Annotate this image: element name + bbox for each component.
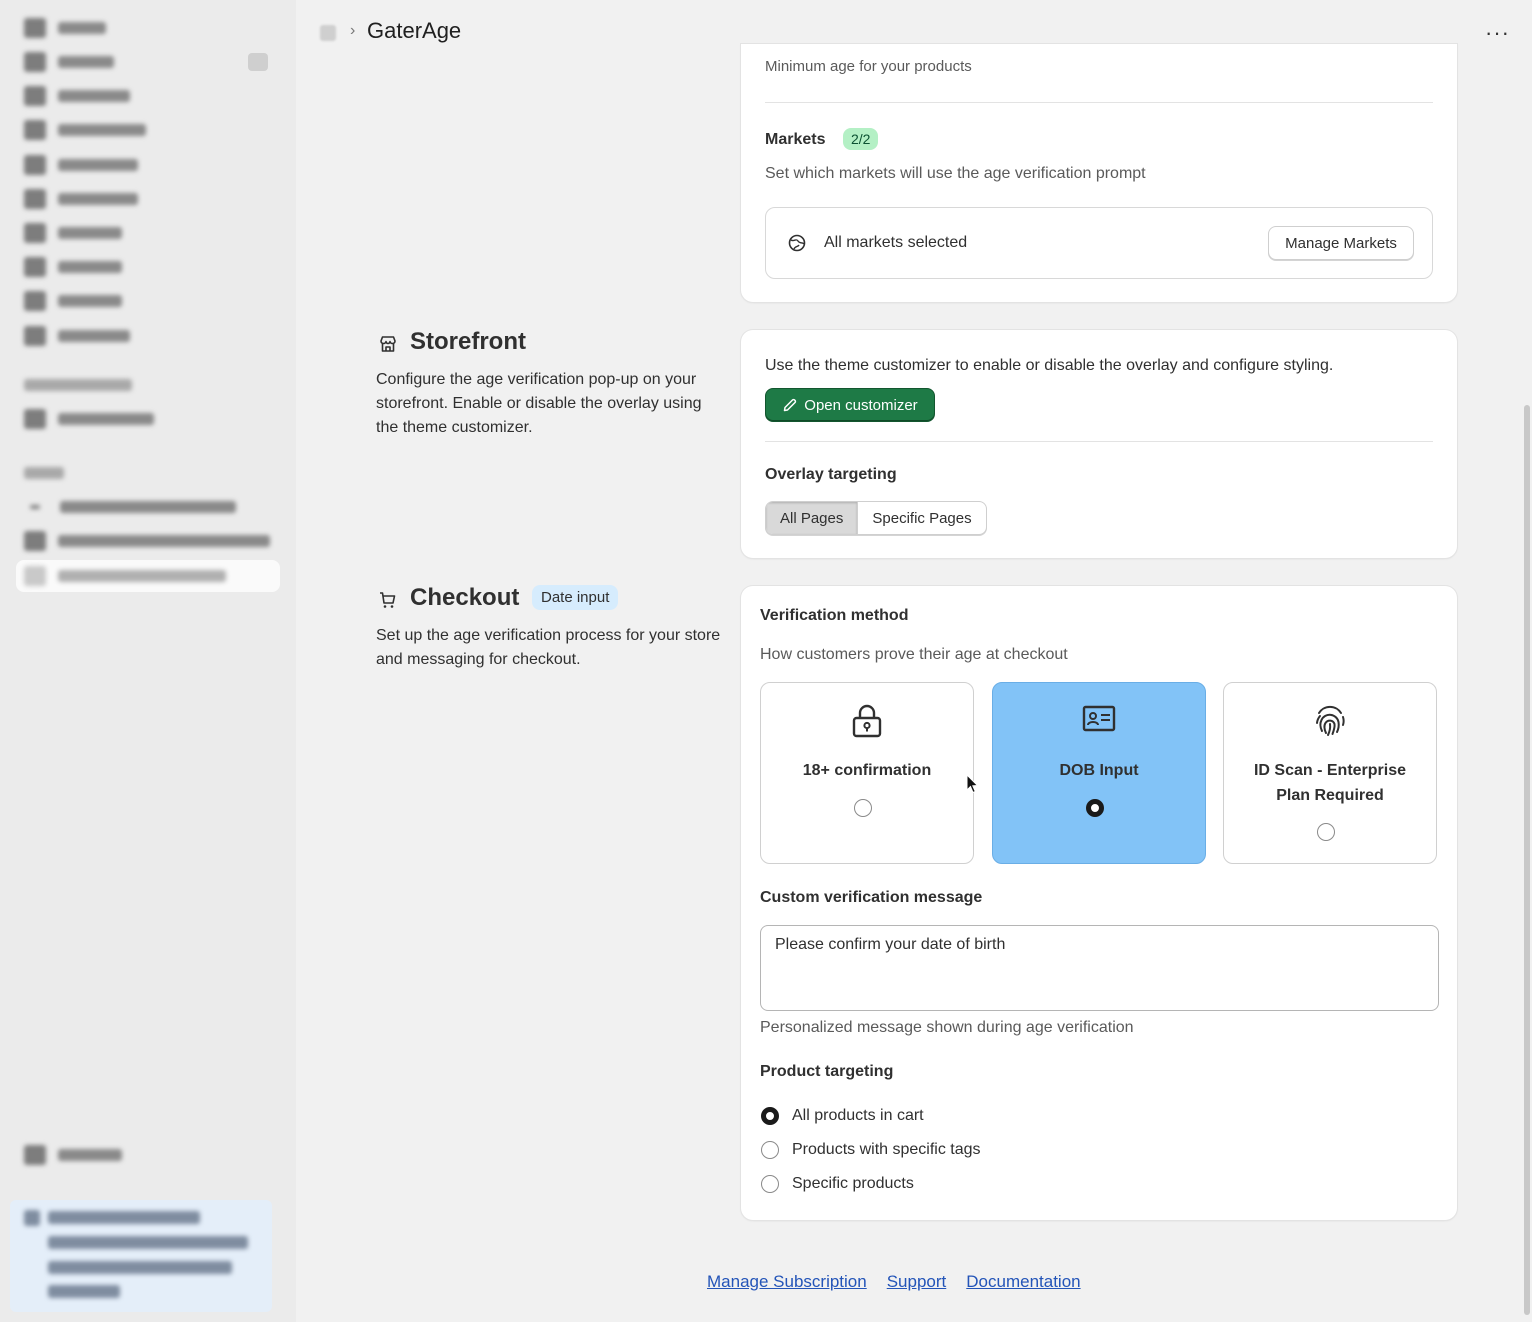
- custom-message-title: Custom verification message: [760, 889, 983, 906]
- sidebar-item-settings[interactable]: [24, 1144, 122, 1166]
- product-radio-specific[interactable]: [761, 1175, 779, 1193]
- sidebar-item[interactable]: [24, 51, 114, 73]
- segment-specific-pages[interactable]: Specific Pages: [858, 502, 985, 534]
- storefront-title: Storefront: [410, 328, 526, 355]
- overlay-targeting-segmented-control: All Pages Specific Pages: [765, 501, 987, 535]
- manage-markets-button[interactable]: Manage Markets: [1268, 226, 1414, 260]
- product-option-label: Products with specific tags: [792, 1141, 981, 1158]
- product-radio-tags[interactable]: [761, 1141, 779, 1159]
- segment-all-pages[interactable]: All Pages: [766, 502, 859, 534]
- method-card-id-scan[interactable]: ID Scan - Enterprise Plan Required: [1223, 682, 1437, 864]
- sidebar-item[interactable]: [24, 530, 270, 552]
- markets-description: Set which markets will use the age verif…: [765, 165, 1146, 182]
- product-radio-all[interactable]: [761, 1107, 779, 1125]
- scrollbar[interactable]: [1524, 405, 1530, 1315]
- app-icon[interactable]: [320, 25, 336, 41]
- more-actions-icon[interactable]: ···: [1485, 20, 1510, 46]
- verification-method-title: Verification method: [760, 607, 909, 624]
- method-label: ID Scan - Enterprise Plan Required: [1253, 762, 1407, 804]
- sidebar-item[interactable]: [24, 154, 138, 176]
- fingerprint-icon: [1224, 703, 1436, 737]
- sidebar-section-heading: [24, 379, 132, 391]
- page-title: GaterAge: [367, 18, 462, 43]
- sidebar-item[interactable]: [24, 17, 106, 39]
- product-option-label: Specific products: [792, 1175, 914, 1192]
- storefront-description: Configure the age verification pop-up on…: [376, 371, 702, 436]
- method-radio[interactable]: [854, 799, 872, 817]
- method-radio-selected[interactable]: [1086, 799, 1104, 817]
- custom-message-field[interactable]: Please confirm your date of birth: [760, 925, 1439, 1011]
- checkout-card: Verification method How customers prove …: [741, 586, 1457, 1220]
- sidebar-section-heading: [24, 467, 64, 479]
- support-link[interactable]: Support: [887, 1272, 947, 1292]
- method-radio[interactable]: [1317, 823, 1335, 841]
- sidebar-item[interactable]: [24, 565, 226, 587]
- manage-subscription-link[interactable]: Manage Subscription: [707, 1272, 867, 1292]
- breadcrumb-chevron-icon: ›: [350, 22, 356, 39]
- markets-status: All markets selected: [824, 234, 968, 251]
- markets-selection-box: All markets selected Manage Markets: [765, 207, 1433, 279]
- storefront-card: Use the theme customizer to enable or di…: [741, 330, 1457, 558]
- divider: [765, 102, 1433, 103]
- markets-title: Markets: [765, 131, 826, 148]
- checkout-title: Checkout: [410, 584, 520, 611]
- sidebar-item[interactable]: [24, 408, 154, 430]
- sidebar-item[interactable]: [24, 290, 122, 312]
- method-label: DOB Input: [1059, 762, 1139, 779]
- globe-icon: [788, 234, 806, 257]
- custom-message-help: Personalized message shown during age ve…: [760, 1019, 1134, 1036]
- checkout-mode-badge: Date input: [532, 585, 619, 610]
- markets-count-badge: 2/2: [843, 128, 879, 150]
- checkout-description: Set up the age verification process for …: [376, 627, 721, 668]
- divider: [765, 441, 1433, 442]
- sidebar-item[interactable]: [24, 188, 138, 210]
- open-customizer-button[interactable]: Open customizer: [765, 388, 935, 422]
- method-label: 18+ confirmation: [802, 762, 932, 779]
- id-card-icon: [993, 703, 1205, 733]
- sidebar-promo-banner[interactable]: [10, 1200, 272, 1312]
- store-icon: [378, 334, 398, 359]
- mouse-cursor-icon: [966, 773, 980, 799]
- sidebar: [0, 0, 296, 1322]
- product-option-label: All products in cart: [792, 1107, 924, 1124]
- method-card-18-plus[interactable]: 18+ confirmation: [760, 682, 974, 864]
- product-targeting-title: Product targeting: [760, 1063, 894, 1080]
- sidebar-item[interactable]: [24, 119, 146, 141]
- pencil-icon: [782, 397, 798, 413]
- sidebar-item[interactable]: [24, 222, 122, 244]
- sidebar-item[interactable]: [24, 85, 130, 107]
- customizer-text: Use the theme customizer to enable or di…: [765, 357, 1334, 374]
- sidebar-item-badge: [248, 53, 268, 71]
- documentation-link[interactable]: Documentation: [966, 1272, 1080, 1292]
- verification-method-description: How customers prove their age at checkou…: [760, 646, 1068, 663]
- age-helper-text: Minimum age for your products: [765, 58, 972, 75]
- sidebar-item[interactable]: [24, 496, 236, 518]
- cart-icon: [378, 590, 398, 615]
- sidebar-item[interactable]: [24, 256, 122, 278]
- markets-card: Minimum age for your products Markets 2/…: [741, 44, 1457, 302]
- lock-icon: [761, 703, 973, 739]
- open-customizer-label: Open customizer: [804, 396, 918, 414]
- sidebar-item[interactable]: [24, 325, 130, 347]
- overlay-targeting-title: Overlay targeting: [765, 466, 897, 483]
- method-card-dob-input[interactable]: DOB Input: [992, 682, 1206, 864]
- footer-links: Manage Subscription Support Documentatio…: [707, 1272, 1081, 1292]
